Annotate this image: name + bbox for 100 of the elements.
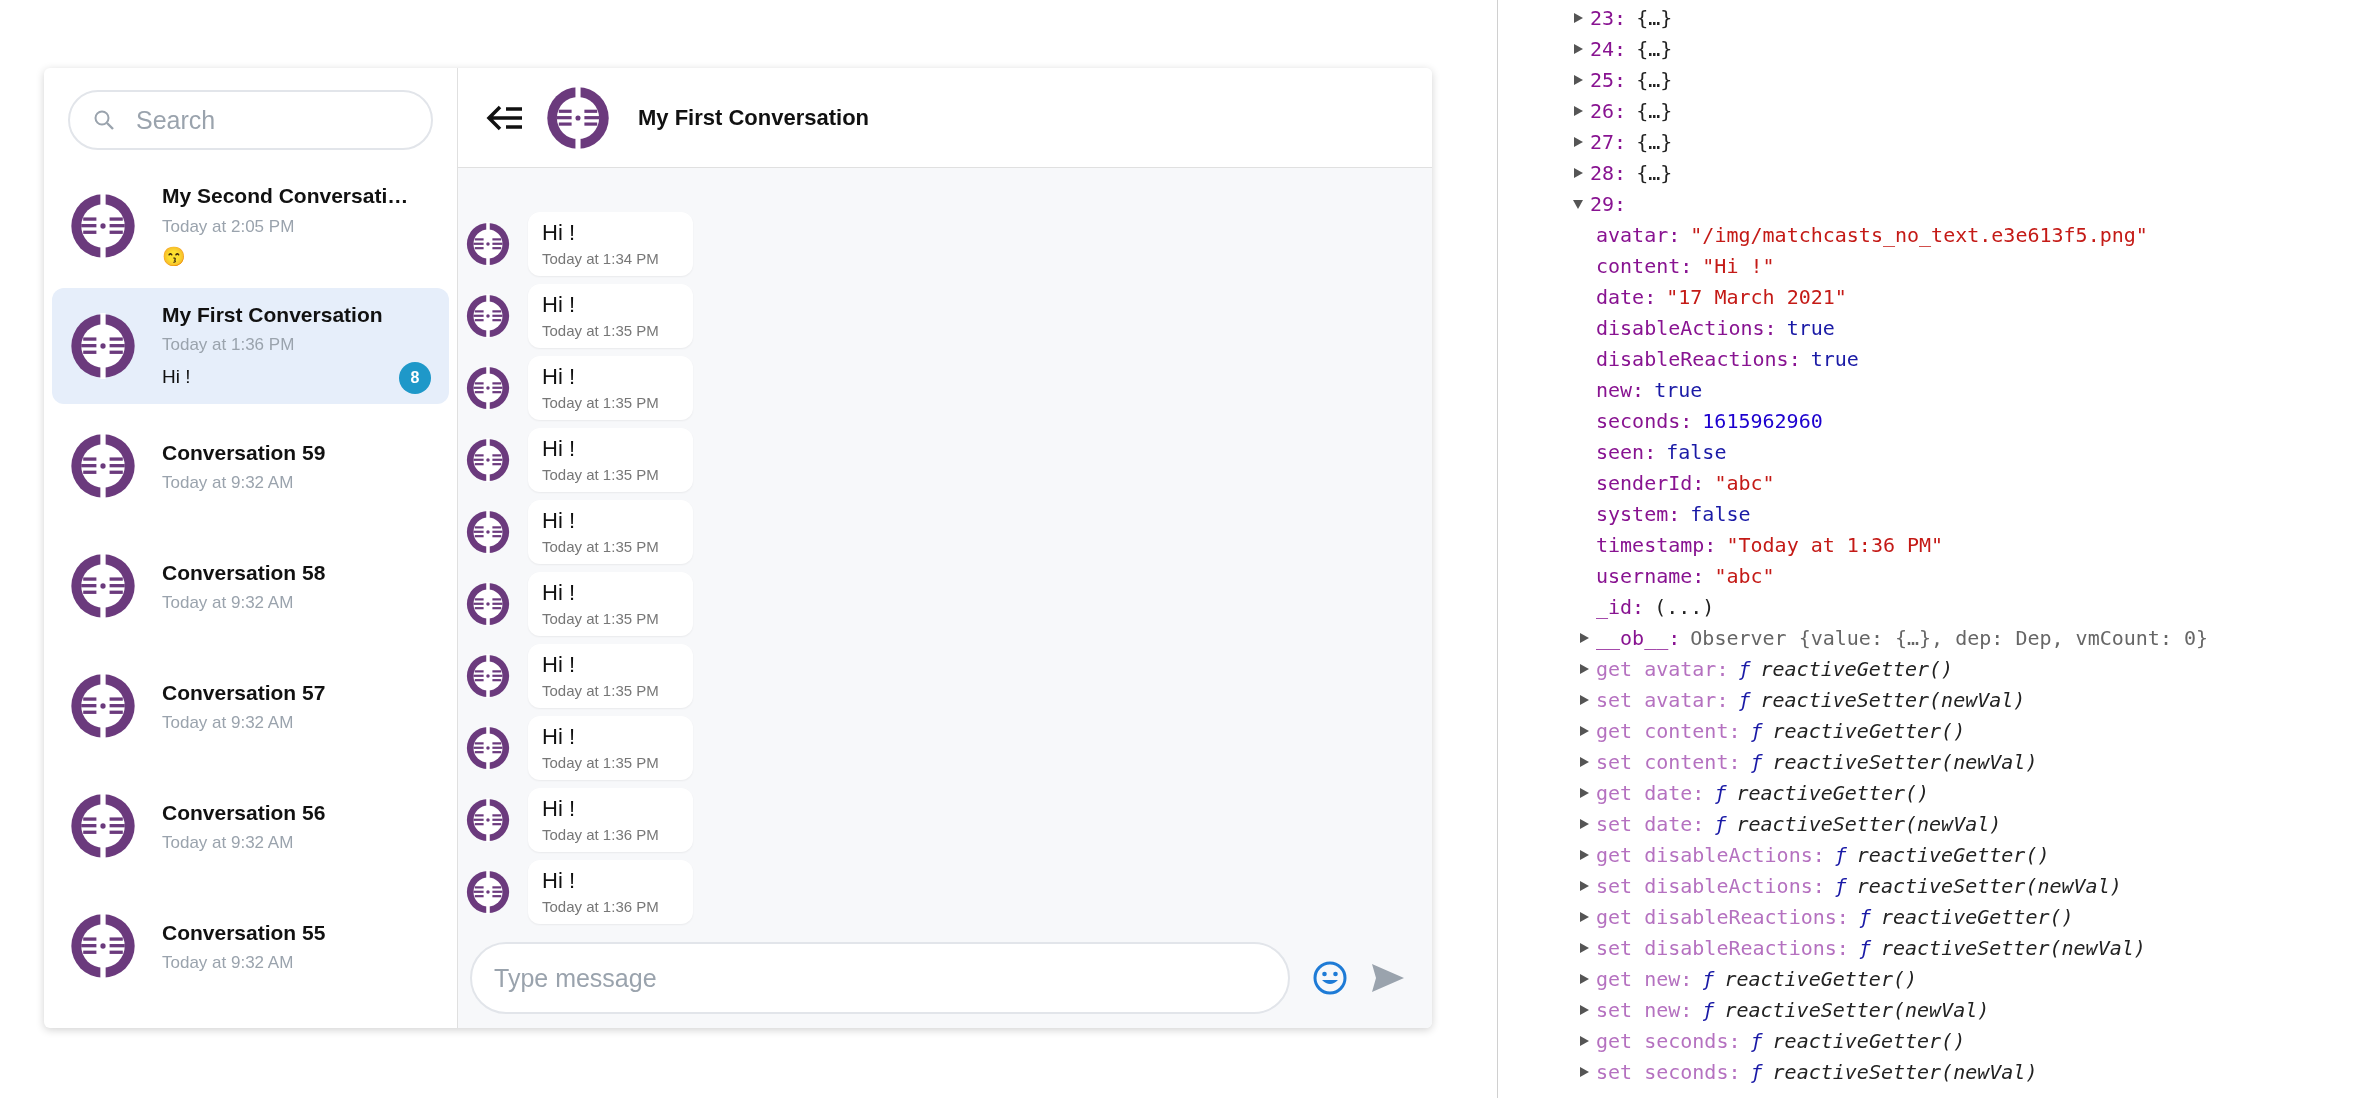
function-glyph: ƒ	[1714, 779, 1727, 807]
property-key: 24:	[1590, 33, 1627, 64]
expand-triangle-icon[interactable]	[1578, 941, 1590, 954]
message-time: Today at 1:35 PM	[542, 752, 660, 773]
expand-triangle-icon[interactable]	[1578, 724, 1590, 737]
expand-triangle-icon[interactable]	[1578, 879, 1590, 892]
message-time: Today at 1:35 PM	[542, 464, 660, 485]
function-glyph: ƒ	[1834, 872, 1847, 900]
expand-triangle-icon[interactable]	[1578, 1003, 1590, 1016]
avatar-logo	[70, 193, 136, 259]
message-text: Hi !	[542, 218, 576, 247]
property-key: avatar:	[1596, 219, 1681, 250]
property-preview: {…}	[1636, 97, 1673, 125]
message-text: Hi !	[542, 362, 576, 391]
message-text: Hi !	[542, 506, 576, 535]
property-preview: {…}	[1636, 159, 1673, 187]
property-key: get date:	[1596, 777, 1705, 808]
property-value: "Today at 1:36 PM"	[1726, 531, 1944, 559]
function-signature: reactiveSetter(newVal)	[1760, 686, 2026, 714]
property-value: 1615962960	[1702, 407, 1823, 435]
property-value: (...)	[1654, 593, 1715, 621]
function-glyph: ƒ	[1858, 903, 1871, 931]
last-message-preview: Hi !	[162, 365, 191, 390]
conversation-time: Today at 9:32 AM	[162, 832, 295, 854]
conversation-name: Conversation 56	[162, 799, 327, 826]
expand-triangle-icon[interactable]	[1578, 848, 1590, 861]
message-time: Today at 1:34 PM	[542, 248, 660, 269]
expand-triangle-icon[interactable]	[1578, 817, 1590, 830]
expand-triangle-icon[interactable]	[1578, 1065, 1590, 1078]
expand-triangle-icon[interactable]	[1572, 42, 1584, 55]
message-text: Hi !	[542, 434, 576, 463]
message-time: Today at 1:35 PM	[542, 680, 660, 701]
property-preview: {…}	[1636, 35, 1673, 63]
message-time: Today at 1:35 PM	[542, 392, 660, 413]
conversation-item[interactable]: My First Conversation Today at 1:36 PM Hi ! 8	[52, 288, 449, 404]
property-value: false	[1666, 438, 1727, 466]
property-key: 23:	[1590, 2, 1627, 33]
property-key: get avatar:	[1596, 653, 1729, 684]
function-glyph: ƒ	[1738, 655, 1751, 683]
property-key: system:	[1596, 498, 1681, 529]
function-signature: reactiveSetter(newVal)	[1856, 872, 2122, 900]
sender-avatar-logo	[466, 582, 510, 626]
message-input[interactable]: Type message	[470, 942, 1290, 1014]
expand-triangle-icon[interactable]	[1572, 135, 1584, 148]
conversation-name: Conversation 58	[162, 559, 327, 586]
property-preview: {…}	[1636, 128, 1673, 156]
property-key: seconds:	[1596, 405, 1693, 436]
function-glyph: ƒ	[1858, 934, 1871, 962]
property-value: "Hi !"	[1702, 252, 1775, 280]
property-key: get content:	[1596, 715, 1741, 746]
property-key: __ob__:	[1596, 622, 1681, 653]
expand-triangle-icon[interactable]	[1578, 662, 1590, 675]
property-key: set content:	[1596, 746, 1741, 777]
message-text: Hi !	[542, 578, 576, 607]
expand-triangle-icon[interactable]	[1578, 755, 1590, 768]
property-value: "abc"	[1714, 469, 1775, 497]
message-text: Hi !	[542, 650, 576, 679]
property-value: true	[1786, 314, 1835, 342]
conversation-time: Today at 9:32 AM	[162, 592, 295, 614]
expand-triangle-icon[interactable]	[1578, 910, 1590, 923]
function-glyph: ƒ	[1702, 996, 1715, 1024]
property-value: "17 March 2021"	[1666, 283, 1847, 311]
sender-avatar-logo	[466, 438, 510, 482]
sender-avatar-logo	[466, 726, 510, 770]
sender-avatar-logo	[466, 870, 510, 914]
expand-triangle-icon[interactable]	[1578, 786, 1590, 799]
message-time: Today at 1:35 PM	[542, 608, 660, 629]
property-key: date:	[1596, 281, 1657, 312]
sender-avatar-logo	[466, 654, 510, 698]
message-text: Hi !	[542, 866, 576, 895]
sender-avatar-logo	[466, 510, 510, 554]
property-key: set disableActions:	[1596, 870, 1825, 901]
expand-triangle-icon[interactable]	[1572, 11, 1584, 24]
message-text: Hi !	[542, 794, 576, 823]
search-field[interactable]: Search	[68, 90, 433, 150]
property-key: username:	[1596, 560, 1705, 591]
conversation-name: Conversation 57	[162, 679, 327, 706]
sender-avatar-logo	[466, 366, 510, 410]
message-text: Hi !	[542, 722, 576, 751]
expand-triangle-icon[interactable]	[1578, 1034, 1590, 1047]
function-glyph: ƒ	[1702, 965, 1715, 993]
expand-triangle-icon[interactable]	[1572, 73, 1584, 86]
property-value: "abc"	[1714, 562, 1775, 590]
collapse-triangle-icon[interactable]	[1572, 197, 1584, 210]
conversation-time: Today at 9:32 AM	[162, 472, 295, 494]
conversation-time: Today at 2:05 PM	[162, 215, 296, 238]
function-glyph: ƒ	[1750, 748, 1763, 776]
expand-triangle-icon[interactable]	[1572, 104, 1584, 117]
avatar-logo	[70, 913, 136, 979]
expand-triangle-icon[interactable]	[1572, 166, 1584, 179]
function-signature: reactiveGetter()	[1772, 1027, 1966, 1055]
function-signature: reactiveGetter()	[1760, 655, 1954, 683]
emoji-icon[interactable]	[1312, 960, 1348, 996]
expand-triangle-icon[interactable]	[1578, 631, 1590, 644]
property-key: _id:	[1596, 591, 1645, 622]
expand-triangle-icon[interactable]	[1578, 972, 1590, 985]
expand-triangle-icon[interactable]	[1578, 693, 1590, 706]
property-key: 26:	[1590, 95, 1627, 126]
property-preview: {…}	[1636, 4, 1673, 32]
message-time: Today at 1:35 PM	[542, 320, 660, 341]
